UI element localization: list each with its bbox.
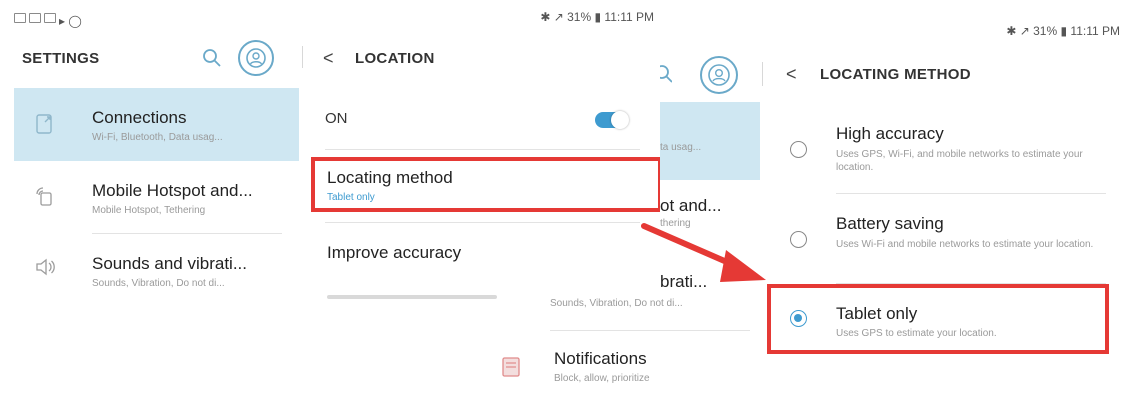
right-screenshot: ✱ ↗ 31% ▮ 11:11 PM ta usag... ot and... … — [470, 0, 1130, 403]
hotspot-title: Mobile Hotspot and... — [92, 181, 253, 200]
high-accuracy-desc: Uses GPS, Wi-Fi, and mobile networks to … — [836, 149, 1083, 173]
sounds-subtitle: Sounds, Vibration, Do not di... — [92, 278, 225, 289]
annotation-arrow-icon — [641, 223, 766, 282]
improve-accuracy-title: Improve accuracy — [327, 243, 462, 262]
settings-panel-partial: ta usag... ot and... thering brati... So… — [470, 0, 760, 403]
option-battery-saving[interactable]: Battery saving Uses Wi-Fi and mobile net… — [764, 194, 1130, 282]
battery-saving-desc: Uses Wi-Fi and mobile networks to estima… — [836, 239, 1094, 250]
connections-icon — [34, 112, 56, 136]
settings-item-sounds[interactable]: Sounds and vibrati... Sounds, Vibration,… — [14, 234, 299, 303]
sounds-title: Sounds and vibrati... — [92, 254, 247, 273]
notifications-icon — [502, 357, 520, 377]
notifications-title: Notifications — [554, 349, 647, 368]
connections-subtitle-partial: ta usag... — [660, 142, 702, 153]
option-high-accuracy[interactable]: High accuracy Uses GPS, Wi-Fi, and mobil… — [764, 104, 1130, 192]
notifications-subtitle: Block, allow, prioritize — [554, 373, 650, 384]
annotation-box-tablet-only — [767, 284, 1109, 354]
account-icon[interactable] — [700, 56, 738, 94]
on-label: ON — [325, 110, 348, 127]
account-icon[interactable] — [238, 40, 274, 76]
panel-separator — [762, 62, 763, 86]
settings-item-hotspot[interactable]: Mobile Hotspot and... Mobile Hotspot, Te… — [14, 161, 299, 233]
settings-item-connections-partial[interactable]: ta usag... — [660, 102, 760, 180]
search-icon[interactable] — [202, 48, 222, 68]
high-accuracy-title: High accuracy — [836, 124, 944, 143]
back-icon[interactable]: < — [786, 64, 797, 85]
battery-saving-title: Battery saving — [836, 214, 944, 233]
panel-separator — [302, 46, 303, 68]
hotspot-icon — [34, 185, 56, 207]
settings-panel: SETTINGS Connections Wi-Fi, Bluetooth, D… — [14, 30, 299, 303]
hotspot-subtitle: Mobile Hotspot, Tethering — [92, 205, 206, 216]
locating-method-title: LOCATING METHOD — [820, 66, 971, 83]
speaker-icon — [34, 256, 58, 278]
radio-battery-saving[interactable] — [790, 231, 807, 248]
location-title: LOCATION — [355, 50, 435, 67]
settings-item-connections[interactable]: Connections Wi-Fi, Bluetooth, Data usag.… — [14, 88, 299, 161]
radio-high-accuracy[interactable] — [790, 141, 807, 158]
settings-title: SETTINGS — [22, 50, 100, 67]
connections-subtitle: Wi-Fi, Bluetooth, Data usag... — [92, 132, 223, 143]
sounds-subtitle-partial: Sounds, Vibration, Do not di... — [550, 298, 683, 309]
hotspot-title-partial: ot and... — [660, 196, 722, 215]
status-right-text: ✱ ↗ 31% ▮ 11:11 PM — [1006, 24, 1120, 38]
settings-item-notifications[interactable]: Notifications Block, allow, prioritize — [470, 331, 760, 403]
connections-title: Connections — [92, 108, 187, 127]
back-icon[interactable]: < — [323, 48, 334, 69]
search-icon-partial — [660, 64, 672, 84]
notification-icons: ▸ ◯ — [14, 10, 85, 28]
